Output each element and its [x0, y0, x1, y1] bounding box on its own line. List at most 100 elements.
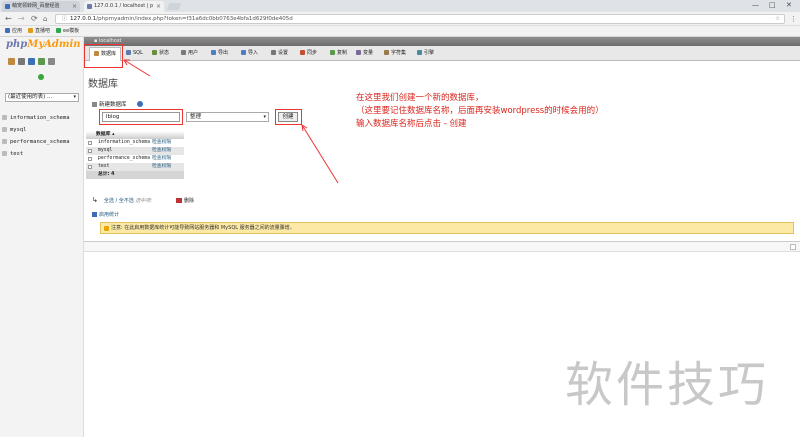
- reload-navigation-icon[interactable]: [38, 74, 44, 80]
- tab-label: 同步: [307, 50, 318, 56]
- tab-label: 变量: [363, 50, 374, 56]
- tab-label: 萌宠领转网_百度经验: [12, 3, 60, 9]
- bookmark-star-icon[interactable]: ☆: [775, 15, 780, 23]
- tree-item-test[interactable]: test: [2, 148, 70, 160]
- logo-php: php: [6, 39, 28, 50]
- create-database-text: 新建数据库: [99, 102, 127, 108]
- collation-select[interactable]: 整理 ▾: [186, 112, 269, 122]
- annotation-line: 输入数据库名称后点击 - 创建: [356, 119, 467, 129]
- tab-charset[interactable]: 字符集: [384, 49, 406, 58]
- warning-icon: [104, 226, 109, 231]
- select-all-row: ↳ 全选 / 全不选 选中项:: [92, 196, 152, 204]
- annotation-text: 在这里我们创建一个新的数据库， （这里要记住数据库名称，后面再安装wordpre…: [356, 92, 604, 131]
- tree-item-mysql[interactable]: mysql: [2, 124, 70, 136]
- tab-close-icon[interactable]: ×: [72, 1, 77, 12]
- select-all-link[interactable]: 全选 / 全不选: [104, 198, 134, 204]
- check-privileges-link[interactable]: 检查权限: [152, 139, 171, 147]
- tab-close-icon[interactable]: ×: [156, 1, 161, 12]
- expand-icon[interactable]: [2, 127, 7, 132]
- tree-item-label: performance_schema: [10, 139, 70, 145]
- minimize-button[interactable]: —: [752, 0, 759, 11]
- tree-item-information-schema[interactable]: information_schema: [2, 112, 70, 124]
- back-arrow-icon[interactable]: ←: [5, 14, 12, 24]
- tab-users[interactable]: 用户: [181, 49, 198, 58]
- recent-tables-select[interactable]: (最近使用的表) ... ▾: [5, 93, 79, 102]
- table-row: test 检查权限: [86, 163, 184, 171]
- row-checkbox[interactable]: [88, 165, 92, 169]
- tab-export[interactable]: 导出: [211, 49, 228, 58]
- bookmark-label: 应用: [12, 28, 23, 34]
- browser-menu-icon[interactable]: ⋮: [790, 14, 797, 24]
- tab-sync[interactable]: 同步: [300, 49, 317, 58]
- tab-label: 设置: [278, 50, 289, 56]
- browser-tab-baidu[interactable]: 萌宠领转网_百度经验 ×: [2, 1, 80, 12]
- tree-item-performance-schema[interactable]: performance_schema: [2, 136, 70, 148]
- arrow-line: [123, 59, 151, 77]
- docs-icon[interactable]: [38, 58, 45, 65]
- variables-icon: [356, 50, 361, 55]
- url-input[interactable]: ⓘ 127.0.0.1/phpmyadmin/index.php?token=f3…: [55, 14, 785, 24]
- expand-icon[interactable]: [2, 151, 7, 156]
- bookmark-zhibo8[interactable]: 直播吧: [28, 26, 50, 37]
- tab-replication[interactable]: 复制: [330, 49, 347, 58]
- reload-icon[interactable]: ⟳: [31, 14, 38, 24]
- tab-label: 导入: [248, 50, 259, 56]
- database-name-link[interactable]: mysql: [98, 147, 112, 155]
- help-icon[interactable]: [137, 101, 143, 107]
- home-icon[interactable]: ⌂: [43, 14, 47, 24]
- highlight-box-name-input: [99, 109, 183, 125]
- expand-icon[interactable]: [2, 115, 7, 120]
- settings-icon: [271, 50, 276, 55]
- new-tab-button[interactable]: [166, 3, 182, 10]
- expand-icon[interactable]: [2, 139, 7, 144]
- home-icon[interactable]: [8, 58, 15, 65]
- users-icon: [181, 50, 186, 55]
- replication-icon: [330, 50, 335, 55]
- page-title: 数据库: [88, 79, 118, 90]
- console-bar: [84, 241, 800, 252]
- tab-label: 用户: [188, 50, 199, 56]
- engines-icon: [417, 50, 422, 55]
- tab-label: 导出: [218, 50, 229, 56]
- maximize-button[interactable]: □: [769, 0, 776, 11]
- apps-grid-icon: [5, 28, 10, 33]
- tab-label: 127.0.0.1 / localhost | p: [94, 3, 154, 9]
- logout-icon[interactable]: [18, 58, 25, 65]
- page-info-icon[interactable]: ⓘ: [62, 16, 67, 22]
- bookmark-ee[interactable]: ee模板: [56, 26, 79, 37]
- settings-icon[interactable]: [48, 58, 55, 65]
- database-name-link[interactable]: information_schema: [98, 139, 150, 147]
- delete-label: 删除: [184, 198, 195, 204]
- check-privileges-link[interactable]: 检查权限: [152, 163, 171, 171]
- row-checkbox[interactable]: [88, 141, 92, 145]
- annotation-line: （这里要记住数据库名称，后面再安装wordpress的时候会用的）: [356, 106, 604, 116]
- check-privileges-link[interactable]: 检查权限: [152, 147, 171, 155]
- tab-engines[interactable]: 引擎: [417, 49, 434, 58]
- delete-button[interactable]: 删除: [176, 197, 194, 204]
- row-checkbox[interactable]: [88, 157, 92, 161]
- enable-statistics-link[interactable]: 启用统计: [92, 211, 119, 218]
- tab-status[interactable]: 状态: [152, 49, 169, 58]
- recent-tables-value: (最近使用的表) ...: [8, 94, 53, 100]
- database-name-link[interactable]: performance_schema: [98, 155, 150, 163]
- forward-arrow-icon[interactable]: →: [18, 14, 25, 24]
- console-toggle-icon[interactable]: [790, 244, 796, 250]
- bookmark-apps[interactable]: 应用: [5, 26, 22, 37]
- phpmyadmin-logo[interactable]: phpMyAdmin: [6, 39, 81, 50]
- tab-variables[interactable]: 变量: [356, 49, 373, 58]
- help-icon[interactable]: [28, 58, 35, 65]
- enable-statistics-label: 启用统计: [99, 212, 120, 218]
- tab-label: SQL: [133, 50, 143, 56]
- row-checkbox[interactable]: [88, 149, 92, 153]
- close-window-button[interactable]: ✕: [786, 0, 792, 11]
- tree-item-label: information_schema: [10, 115, 70, 121]
- tab-sql[interactable]: SQL: [126, 49, 143, 58]
- database-column-header[interactable]: 数据库 ▴: [86, 131, 184, 139]
- check-privileges-link[interactable]: 检查权限: [152, 155, 171, 163]
- database-name-link[interactable]: test: [98, 163, 110, 171]
- tab-settings[interactable]: 设置: [271, 49, 288, 58]
- tab-import[interactable]: 导入: [241, 49, 258, 58]
- column-header-label: 数据库: [96, 132, 111, 137]
- url-host: 127.0.0.1: [70, 16, 97, 22]
- browser-tab-phpmyadmin[interactable]: 127.0.0.1 / localhost | p ×: [84, 1, 164, 12]
